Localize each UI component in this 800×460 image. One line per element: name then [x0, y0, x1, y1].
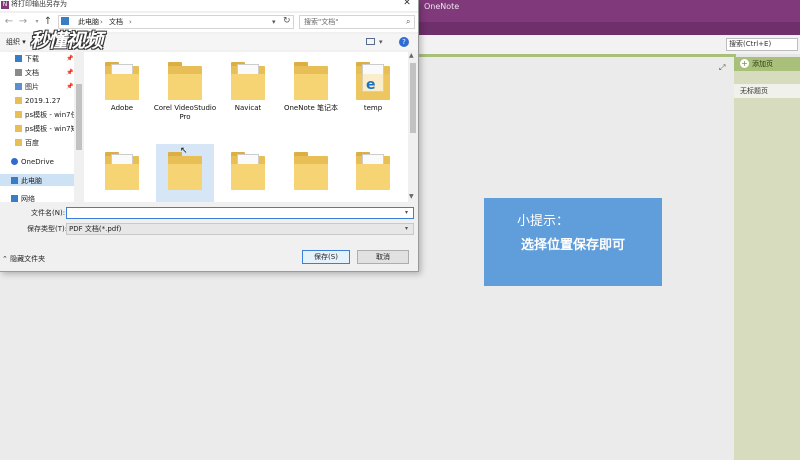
search-icon[interactable]: ⌕: [406, 16, 410, 28]
chevron-down-icon[interactable]: ▾: [272, 16, 276, 28]
tip-title: 小提示：: [517, 214, 570, 229]
add-page-label: 添加页: [752, 60, 773, 68]
chevron-down-icon[interactable]: ▾: [405, 223, 408, 235]
folder-item[interactable]: Navicat: [216, 52, 280, 136]
scroll-down-icon[interactable]: ▼: [409, 193, 414, 200]
folder-item[interactable]: Adobe: [90, 52, 154, 136]
folder-icon: [168, 152, 202, 190]
pin-icon: 📌: [66, 83, 74, 90]
folder-icon: [294, 152, 328, 190]
scroll-up-icon[interactable]: ▲: [409, 52, 414, 59]
watermark-logo: 秒懂视频: [30, 30, 103, 52]
cloud-icon: [11, 158, 18, 165]
chevron-down-icon[interactable]: ▾: [405, 207, 408, 219]
hide-folders-toggle[interactable]: ⌃ 隐藏文件夹: [2, 254, 45, 264]
view-options-icon[interactable]: [366, 38, 375, 45]
folder-item[interactable]: [90, 142, 154, 200]
picture-icon: [15, 83, 22, 90]
nav-item-label: 百度: [25, 139, 39, 147]
folder-icon: [231, 62, 265, 100]
pin-icon: 📌: [66, 69, 74, 76]
folder-label: OneNote 笔记本: [283, 104, 339, 112]
filetype-label: 保存类型(T):: [27, 225, 68, 233]
hide-folders-label: 隐藏文件夹: [10, 255, 46, 263]
folder-icon: [15, 139, 22, 146]
close-button[interactable]: ✕: [400, 0, 414, 10]
folder-icon: [105, 62, 139, 100]
nav-item-label: 下载: [25, 55, 39, 63]
breadcrumb-separator-icon[interactable]: ›: [129, 16, 132, 28]
plus-icon: +: [740, 59, 749, 68]
organize-menu[interactable]: 组织 ▾: [6, 34, 26, 50]
nav-item[interactable]: 文档 📌: [0, 67, 74, 79]
help-icon[interactable]: ?: [399, 37, 409, 47]
document-icon: [15, 69, 22, 76]
expand-icon[interactable]: ⤢: [719, 63, 729, 73]
nav-item-label: 文档: [25, 69, 39, 77]
chevron-down-icon[interactable]: ▾: [379, 35, 383, 49]
pin-icon: 📌: [66, 55, 74, 62]
nav-item-label: 2019.1.27: [25, 97, 61, 105]
folder-icon: [15, 97, 22, 104]
onenote-left-area: [0, 272, 418, 460]
folder-icon: [15, 125, 22, 132]
folder-icon: [168, 62, 202, 100]
folder-label: temp: [363, 104, 383, 112]
nav-item[interactable]: 2019.1.27: [0, 95, 74, 107]
page-list-item-label: 无标题页: [740, 87, 768, 95]
search-input[interactable]: 搜索"文档": [299, 15, 415, 29]
folder-item[interactable]: e temp: [341, 52, 405, 136]
filetype-select[interactable]: PDF 文档(*.pdf): [66, 223, 414, 235]
folder-item[interactable]: [279, 142, 343, 200]
save-button[interactable]: 保存(S): [302, 250, 350, 264]
file-scrollbar-thumb[interactable]: [410, 63, 416, 133]
folder-item[interactable]: OneNote 笔记本: [279, 52, 343, 136]
nav-item[interactable]: 下载 📌: [0, 53, 74, 65]
ie-document-icon: e: [366, 77, 376, 93]
computer-icon: [11, 177, 18, 184]
nav-item-label: 此电脑: [21, 177, 42, 185]
computer-icon: [61, 17, 69, 25]
chevron-up-icon: ⌃: [2, 255, 11, 263]
folder-label: Adobe: [110, 104, 134, 112]
folder-icon: e: [356, 62, 390, 100]
folder-item[interactable]: [341, 142, 405, 200]
filename-input[interactable]: [66, 207, 414, 219]
forward-arrow-icon[interactable]: →: [17, 14, 29, 30]
folder-icon: [15, 111, 22, 118]
nav-scrollbar-thumb[interactable]: [76, 84, 82, 150]
folder-icon: [294, 62, 328, 100]
tip-text: 选择位置保存即可: [521, 238, 626, 253]
nav-item-label: ps模板 - win7知: [25, 125, 78, 133]
nav-item[interactable]: 图片 📌: [0, 81, 74, 93]
cancel-button[interactable]: 取消: [357, 250, 409, 264]
mouse-cursor-icon: ↖: [180, 146, 188, 156]
breadcrumb-documents[interactable]: 文档: [109, 16, 123, 28]
onenote-app-icon: N: [1, 1, 9, 9]
nav-item[interactable]: 此电脑: [0, 175, 74, 187]
nav-item-label: OneDrive: [21, 158, 54, 166]
folder-icon: [231, 152, 265, 190]
onenote-app-title: OneNote: [424, 2, 460, 11]
nav-item[interactable]: ps模板 - win7知: [0, 123, 78, 135]
nav-item-label: 图片: [25, 83, 39, 91]
nav-item[interactable]: ps模板 - win7任: [0, 109, 78, 121]
folder-label: Navicat: [234, 104, 262, 112]
folder-item[interactable]: [216, 142, 280, 200]
folder-item[interactable]: Corel VideoStudio Pro: [153, 52, 217, 136]
folder-label: Corel VideoStudio Pro: [153, 104, 217, 121]
nav-item[interactable]: 百度: [0, 137, 74, 149]
refresh-icon[interactable]: ↻: [283, 15, 291, 27]
folder-icon: [356, 152, 390, 190]
onenote-search-input[interactable]: 搜索(Ctrl+E): [726, 38, 798, 51]
onenote-page-pane: [734, 57, 800, 460]
nav-item[interactable]: OneDrive: [0, 156, 74, 168]
back-arrow-icon[interactable]: ←: [3, 14, 15, 30]
dialog-title: 将打印输出另存为: [11, 0, 67, 8]
network-icon: [11, 195, 18, 202]
folder-icon: [105, 152, 139, 190]
download-icon: [15, 55, 22, 62]
nav-item-label: ps模板 - win7任: [25, 111, 78, 119]
filename-label: 文件名(N):: [31, 209, 66, 217]
